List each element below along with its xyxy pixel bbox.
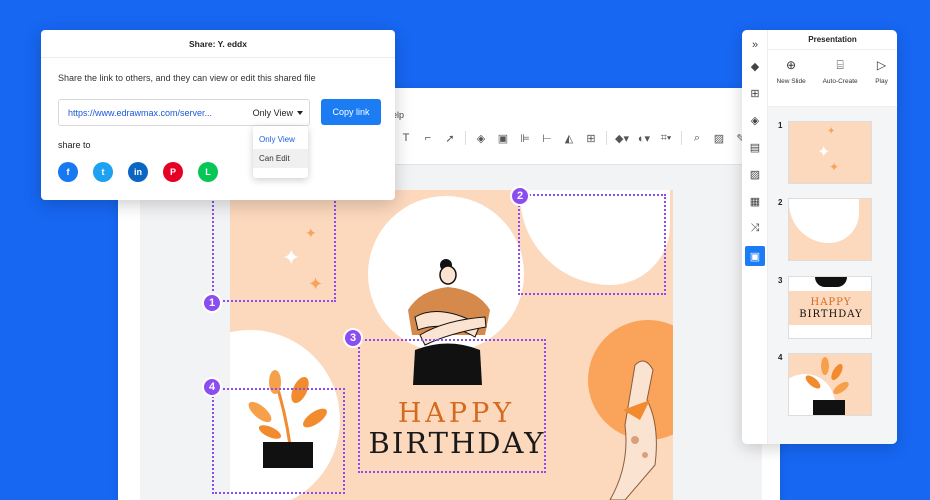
caret-down-icon xyxy=(297,110,303,115)
thumb-shape xyxy=(815,277,847,287)
permission-dropdown: Only View Can Edit xyxy=(253,126,308,178)
align-icon[interactable]: ⊫ xyxy=(514,128,536,148)
image-icon[interactable]: ▨ xyxy=(745,164,765,184)
text-tool-icon[interactable]: T xyxy=(395,128,417,148)
pinterest-icon[interactable]: P xyxy=(163,162,183,182)
permission-option-only-view[interactable]: Only View xyxy=(253,130,308,149)
flip-icon[interactable]: ◭ xyxy=(558,128,580,148)
share-dialog: Share: Y. eddx Share the link to others,… xyxy=(41,30,395,200)
selection-badge-1[interactable]: 1 xyxy=(202,293,222,313)
play-icon: ▷ xyxy=(876,58,887,72)
new-slide-button[interactable]: ⊕ New Slide xyxy=(776,58,805,85)
slide-number: 4 xyxy=(778,353,783,362)
presentation-title: Presentation xyxy=(768,30,897,50)
selection-box-2[interactable] xyxy=(518,194,666,295)
toolbar-divider xyxy=(606,131,607,145)
document-icon[interactable]: ▤ xyxy=(745,137,765,157)
group-icon[interactable]: ▣ xyxy=(492,128,514,148)
share-link-field[interactable]: https://www.edrawmax.com/server... Only … xyxy=(58,99,310,126)
slide-thumbnail[interactable]: ✦ ✦ ✦ xyxy=(788,121,872,184)
selection-box-3[interactable] xyxy=(358,339,546,473)
building-icon[interactable]: ▦ xyxy=(745,191,765,211)
selection-box-1[interactable] xyxy=(212,194,336,302)
thumb-birthday-text: BIRTHDAY xyxy=(799,309,863,320)
new-slide-label: New Slide xyxy=(776,78,806,85)
image-icon[interactable]: ▨ xyxy=(708,128,730,148)
share-link-url[interactable]: https://www.edrawmax.com/server... xyxy=(59,108,253,118)
panel-rail: » ◆ ⊞ ◈ ▤ ▨ ▦ ⤨ ▣ xyxy=(742,30,768,444)
thumb-plant xyxy=(805,357,849,415)
shuffle-icon[interactable]: ⤨ xyxy=(745,218,765,238)
layers-icon[interactable]: ◈ xyxy=(745,110,765,130)
grid-icon[interactable]: ⊞ xyxy=(745,83,765,103)
slide-thumbnail[interactable]: HAPPY BIRTHDAY xyxy=(788,276,872,339)
toolbar-divider xyxy=(465,131,466,145)
thumb-happy-text: HAPPY xyxy=(810,297,852,308)
share-description: Share the link to others, and they can v… xyxy=(58,73,316,83)
fill-bucket-icon[interactable]: ◆ xyxy=(745,56,765,76)
play-label: Play xyxy=(875,78,888,85)
editor-toolbar: T ⌐ ➚ ◈ ▣ ⊫ ⊢ ◭ ⊞ ◆▾ ◐▾ ⌗▾ ⌕ ▨ ✎ xyxy=(395,126,752,150)
collapse-chevrons-icon[interactable]: » xyxy=(745,35,765,55)
share-dialog-title: Share: Y. eddx xyxy=(41,30,395,58)
selection-badge-3[interactable]: 3 xyxy=(343,328,363,348)
layers-icon[interactable]: ◈ xyxy=(470,128,492,148)
slide-thumbnail[interactable] xyxy=(788,198,872,261)
twitter-icon[interactable]: t xyxy=(93,162,113,182)
share-to-label: share to xyxy=(58,140,91,150)
distribute-icon[interactable]: ⊢ xyxy=(536,128,558,148)
search-icon[interactable]: ⌕ xyxy=(686,128,708,148)
sparkle-icon: ✦ xyxy=(829,160,840,174)
connector-tool-icon[interactable]: ⌐ xyxy=(417,128,439,148)
permission-select[interactable]: Only View xyxy=(253,108,309,118)
facebook-icon[interactable]: f xyxy=(58,162,78,182)
presentation-icon[interactable]: ▣ xyxy=(745,246,765,266)
slide-number: 2 xyxy=(778,198,783,207)
slide-list: 1 ✦ ✦ ✦ 2 3 HAPPY BIRTHDAY 4 xyxy=(768,106,897,444)
auto-create-icon: ⌸ xyxy=(836,57,844,72)
auto-create-button[interactable]: ⌸ Auto-Create xyxy=(822,57,858,86)
permission-option-can-edit[interactable]: Can Edit xyxy=(253,149,308,168)
toolbar-divider xyxy=(681,131,682,145)
sparkle-icon: ✦ xyxy=(817,144,831,161)
selection-badge-2[interactable]: 2 xyxy=(510,186,530,206)
plus-circle-icon: ⊕ xyxy=(786,58,797,72)
copy-link-button[interactable]: Copy link xyxy=(321,99,381,125)
selection-badge-4[interactable]: 4 xyxy=(202,377,222,397)
dog-illustration xyxy=(609,360,657,500)
auto-create-label: Auto-Create xyxy=(822,78,858,85)
fill-color-icon[interactable]: ◆▾ xyxy=(611,128,633,148)
thumb-blob xyxy=(789,199,859,243)
pointer-tool-icon[interactable]: ➚ xyxy=(439,128,461,148)
selection-box-4[interactable] xyxy=(212,388,345,494)
presentation-actions: ⊕ New Slide ⌸ Auto-Create ▷ Play xyxy=(768,57,897,86)
play-button[interactable]: ▷ Play xyxy=(875,58,889,85)
style-icon[interactable]: ◐▾ xyxy=(633,128,655,148)
arrange-icon[interactable]: ⊞ xyxy=(580,128,602,148)
crop-icon[interactable]: ⌗▾ xyxy=(655,128,677,148)
permission-selected-label: Only View xyxy=(252,107,293,118)
line-icon[interactable]: L xyxy=(198,162,218,182)
linkedin-icon[interactable]: in xyxy=(128,162,148,182)
presentation-panel: » ◆ ⊞ ◈ ▤ ▨ ▦ ⤨ ▣ Presentation ⊕ New Sli… xyxy=(742,30,897,444)
slide-thumbnail[interactable] xyxy=(788,353,872,416)
sparkle-icon: ✦ xyxy=(827,126,836,137)
social-share-list: f t in P L xyxy=(58,162,218,182)
slide-number: 1 xyxy=(778,121,783,130)
slide-number: 3 xyxy=(778,276,783,285)
